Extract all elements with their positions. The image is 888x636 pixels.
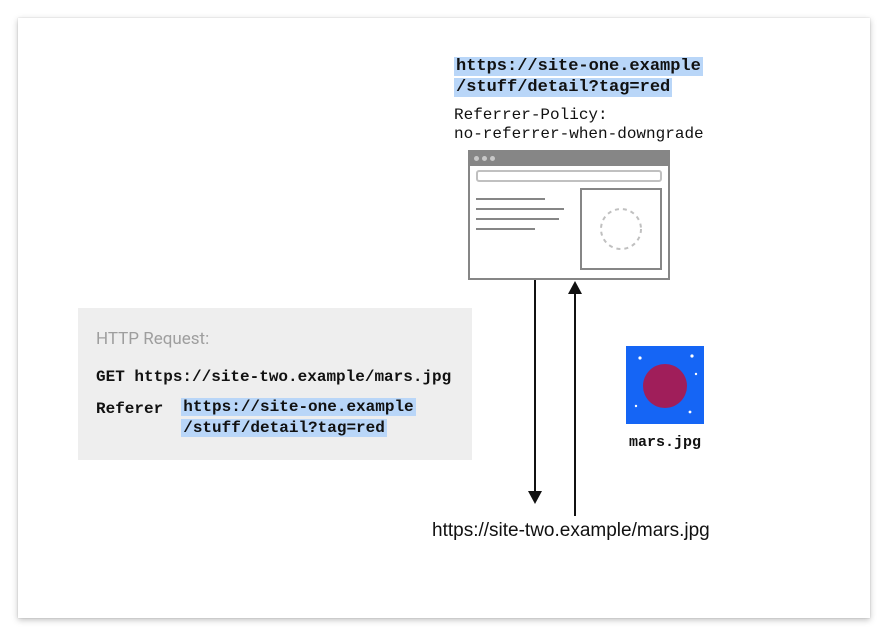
referer-url-line2: /stuff/detail?tag=red bbox=[181, 419, 387, 437]
window-dot-icon bbox=[474, 156, 479, 161]
browser-window-icon bbox=[468, 150, 670, 280]
text-lines-icon bbox=[476, 188, 574, 270]
arrow-up-icon bbox=[574, 294, 576, 516]
referrer-policy-text: Referrer-Policy: no-referrer-when-downgr… bbox=[454, 106, 704, 144]
policy-line2: no-referrer-when-downgrade bbox=[454, 125, 704, 143]
browser-urlbar-icon bbox=[476, 170, 662, 182]
http-referer-row: Referer https://site-one.example /stuff/… bbox=[96, 397, 454, 440]
http-referer-label: Referer bbox=[96, 397, 163, 423]
mars-filename-label: mars.jpg bbox=[626, 434, 704, 451]
window-dot-icon bbox=[482, 156, 487, 161]
browser-titlebar bbox=[470, 152, 668, 166]
policy-line1: Referrer-Policy: bbox=[454, 106, 608, 124]
site-two-url: https://site-two.example/mars.jpg bbox=[432, 520, 710, 542]
http-referer-url: https://site-one.example /stuff/detail?t… bbox=[181, 397, 415, 440]
mars-image-icon bbox=[626, 346, 704, 424]
mars-thumbnail: mars.jpg bbox=[626, 346, 704, 451]
site-one-url: https://site-one.example /stuff/detail?t… bbox=[454, 56, 703, 99]
diagram-card: https://site-one.example /stuff/detail?t… bbox=[18, 18, 870, 618]
http-request-box: HTTP Request: GET https://site-two.examp… bbox=[78, 308, 472, 460]
image-placeholder-icon bbox=[580, 188, 662, 270]
http-request-title: HTTP Request: bbox=[96, 326, 454, 353]
arrow-down-icon bbox=[534, 280, 536, 502]
browser-body bbox=[470, 184, 668, 276]
window-dot-icon bbox=[490, 156, 495, 161]
http-get-line: GET https://site-two.example/mars.jpg bbox=[96, 365, 454, 391]
referer-url-line1: https://site-one.example bbox=[181, 398, 415, 416]
site-one-url-line2: /stuff/detail?tag=red bbox=[454, 78, 672, 97]
site-one-url-line1: https://site-one.example bbox=[454, 57, 703, 76]
